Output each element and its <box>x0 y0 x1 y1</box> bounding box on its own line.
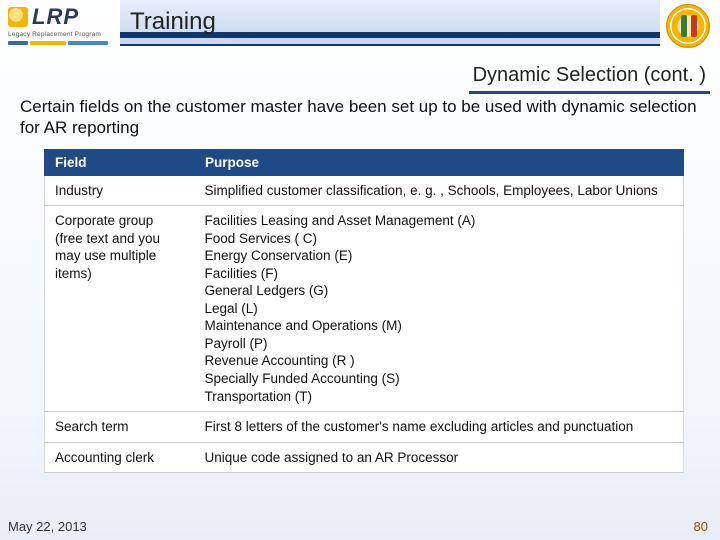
footer-page: 80 <box>694 519 708 534</box>
cell-purpose: Unique code assigned to an AR Processor <box>195 442 684 473</box>
slide: LRP Legacy Replacement Program Training … <box>0 0 720 540</box>
subtitle-block: Dynamic Selection (cont. ) <box>469 62 710 94</box>
title-bar: Training <box>120 0 660 46</box>
logo-subtitle: Legacy Replacement Program <box>8 31 120 38</box>
table-row: Accounting clerk Unique code assigned to… <box>45 442 684 473</box>
table-row: Corporate group (free text and you may u… <box>45 206 684 412</box>
fields-table: Field Purpose Industry Simplified custom… <box>44 149 684 474</box>
cell-purpose: Simplified customer classification, e. g… <box>195 175 684 206</box>
col-header-field: Field <box>45 149 195 175</box>
logo-block: LRP Legacy Replacement Program <box>8 4 120 45</box>
body: Certain fields on the customer master ha… <box>20 96 700 473</box>
logo-burst-icon <box>8 7 28 27</box>
col-header-purpose: Purpose <box>195 149 684 175</box>
table-row: Industry Simplified customer classificat… <box>45 175 684 206</box>
cell-purpose: Facilities Leasing and Asset Management … <box>195 206 684 412</box>
subtitle-text: Dynamic Selection (cont. ) <box>469 62 710 89</box>
page-title: Training <box>130 8 216 36</box>
subtitle-underline <box>469 91 710 94</box>
cell-field: Corporate group (free text and you may u… <box>45 206 195 412</box>
cell-field: Search term <box>45 412 195 443</box>
footer-date: May 22, 2013 <box>8 519 87 534</box>
table-row: Search term First 8 letters of the custo… <box>45 412 684 443</box>
cell-field: Industry <box>45 175 195 206</box>
logo-bars-icon <box>8 41 120 45</box>
intro-text: Certain fields on the customer master ha… <box>20 96 700 139</box>
cell-field: Accounting clerk <box>45 442 195 473</box>
cell-purpose: First 8 letters of the customer's name e… <box>195 412 684 443</box>
table-header-row: Field Purpose <box>45 149 684 175</box>
seal-icon <box>666 4 710 48</box>
logo-text: LRP <box>32 4 79 30</box>
header: LRP Legacy Replacement Program Training <box>0 0 720 58</box>
